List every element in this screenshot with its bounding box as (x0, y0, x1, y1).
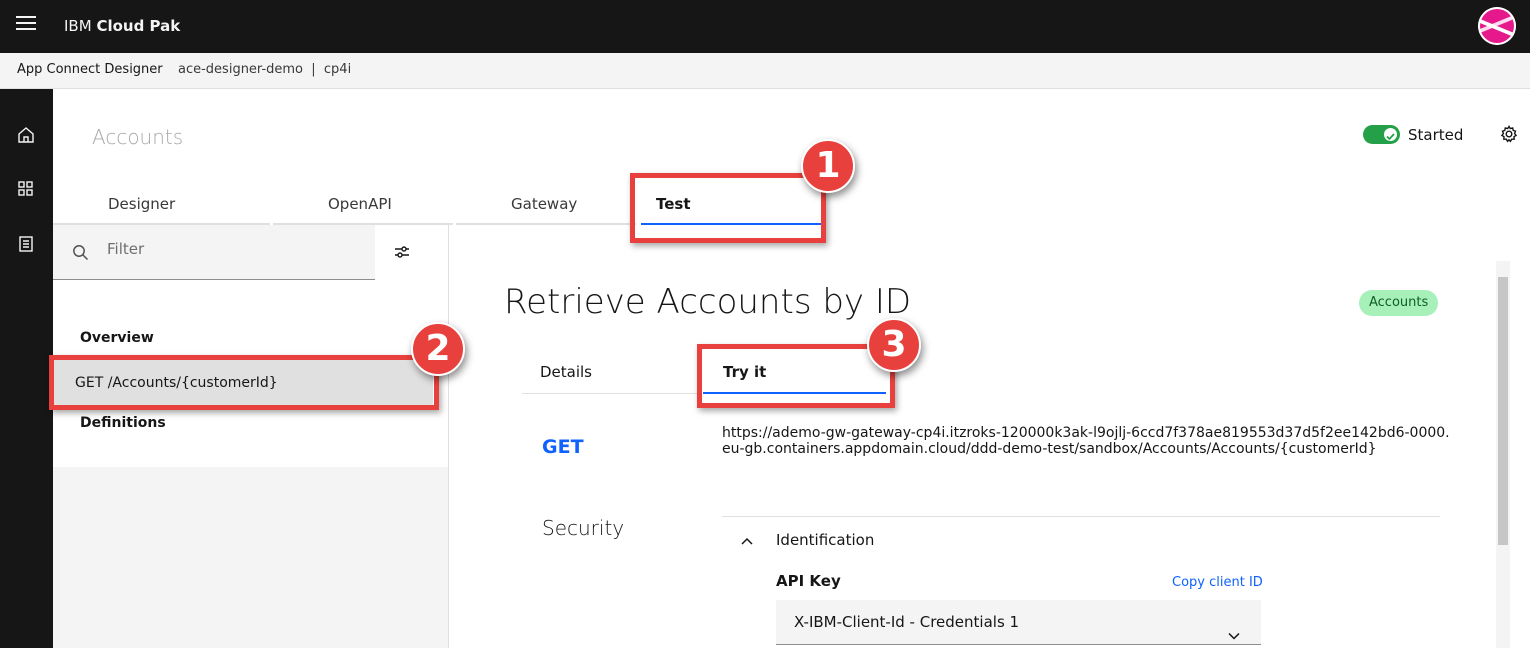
breadcrumb-app[interactable]: App Connect Designer (17, 53, 163, 87)
home-icon[interactable] (16, 125, 36, 145)
brand-name: Cloud Pak (96, 17, 181, 35)
api-key-value: X-IBM-Client-Id - Credentials 1 (794, 613, 1020, 631)
divider (722, 516, 1440, 517)
api-key-select[interactable]: X-IBM-Client-Id - Credentials 1 (776, 600, 1261, 645)
operations-panel: Overview GET /Accounts/{customerId} Defi… (53, 225, 449, 648)
breadcrumb-instance: ace-designer-demo | cp4i (178, 62, 352, 77)
notebook-icon[interactable] (16, 234, 36, 254)
identification-toggle[interactable]: Identification (776, 531, 874, 549)
chevron-down-icon (1227, 616, 1241, 640)
api-key-label: API Key (776, 572, 841, 590)
checkmark-icon (1384, 128, 1397, 141)
operation-title: Retrieve Accounts by ID (504, 282, 912, 322)
user-avatar[interactable] (1478, 7, 1516, 45)
operations-list: Overview GET /Accounts/{customerId} Defi… (53, 225, 448, 467)
page-title: Accounts (92, 125, 184, 149)
breadcrumb: App Connect Designer ace-designer-demo |… (0, 53, 1530, 89)
status-label: Started (1408, 126, 1464, 144)
annotation-box-1 (630, 173, 826, 243)
top-header: IBM Cloud Pak (0, 0, 1530, 53)
operation-tag: Accounts (1359, 290, 1439, 316)
annotation-badge-2: 2 (411, 322, 465, 376)
brand-title[interactable]: IBM Cloud Pak (64, 16, 180, 36)
tab-openapi[interactable]: OpenAPI (273, 185, 453, 225)
tab-gateway[interactable]: Gateway (456, 185, 636, 225)
brand-prefix: IBM (64, 17, 92, 35)
catalog-icon[interactable] (16, 179, 36, 199)
chevron-up-icon[interactable] (740, 533, 754, 547)
tab-designer[interactable]: Designer (53, 185, 270, 225)
nav-overview[interactable]: Overview (80, 330, 154, 346)
security-heading: Security (542, 516, 625, 540)
filter-box (53, 225, 375, 280)
endpoint-url: https://ademo-gw-gateway-cp4i.itzroks-12… (722, 425, 1450, 457)
scrollbar-thumb[interactable] (1498, 277, 1508, 545)
settings-icon[interactable] (1500, 125, 1518, 143)
http-method: GET (542, 436, 584, 458)
copy-client-id-link[interactable]: Copy client ID (1172, 575, 1263, 590)
left-rail (0, 89, 53, 648)
scrollbar[interactable] (1496, 261, 1510, 648)
annotation-badge-3: 3 (867, 318, 921, 372)
status-toggle[interactable] (1363, 125, 1400, 144)
filter-input[interactable] (107, 240, 357, 258)
annotation-box-2 (49, 355, 439, 410)
sliders-icon[interactable] (393, 243, 411, 261)
nav-definitions[interactable]: Definitions (80, 415, 166, 431)
annotation-box-3 (697, 344, 895, 408)
menu-icon[interactable] (16, 16, 36, 36)
annotation-badge-1: 1 (801, 139, 855, 193)
subtab-details[interactable]: Details (522, 354, 697, 394)
search-icon (72, 244, 89, 261)
